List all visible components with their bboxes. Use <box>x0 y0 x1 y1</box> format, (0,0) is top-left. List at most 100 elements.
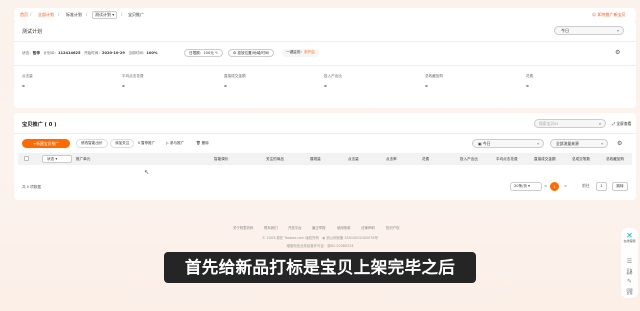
plan-date-select[interactable]: 今日 ▾ <box>554 26 624 35</box>
new-item-promotion-button[interactable]: +新建宝贝推广 <box>22 139 70 148</box>
footer-link[interactable]: 使用条款 <box>337 225 351 230</box>
side-toolbar: ✕ 在线客服 ☰ 平台 指导 ✎ 问题 反馈 <box>621 228 638 298</box>
column-header[interactable]: 关注的商品 <box>266 157 284 162</box>
breadcrumb-bar: 首页 / 全部计划 / 标准计划 / 测试计划 ▾ / 宝贝推广 ☺ 如何推广新… <box>14 8 636 22</box>
metric-label: 平均点击花费 <box>122 74 144 78</box>
search-input[interactable]: 搜索宝贝ID ⌕ <box>534 119 606 128</box>
footer-link[interactable]: 联系我们 <box>264 225 278 230</box>
divider <box>14 41 636 42</box>
goto-label: 前往 <box>582 183 590 188</box>
column-header[interactable]: 直接成交金额 <box>534 157 556 162</box>
breadcrumb-home[interactable]: 首页 <box>20 12 28 18</box>
feedback-icon: ✎ <box>626 278 633 286</box>
metric-label: 花费 <box>526 74 534 78</box>
feedback-button[interactable]: ✎ 问题 反馈 <box>621 276 638 296</box>
metric-label: 投入产出比 <box>324 74 342 78</box>
plan-info-card: 测试计划 今日 ▾ 状态：暂停 计划ID：112414625 开始时间：2020-… <box>14 21 636 108</box>
column-header[interactable]: 智能调价 <box>214 157 228 162</box>
edit-icon: ✎ <box>214 51 218 55</box>
metric-value: - <box>526 82 529 90</box>
metric-value: - <box>224 82 227 90</box>
plan-status: 暂停 <box>32 51 40 55</box>
one-click-monitor[interactable]: 一键监测：未开启 <box>282 49 319 57</box>
footer-link[interactable]: 关于阿里妈妈 <box>233 225 253 230</box>
plan-meta: 状态：暂停 计划ID：112414625 开始时间：2020-10-29 当前时… <box>22 51 158 55</box>
metric-value: - <box>425 82 428 90</box>
metric-label: 直接成交金额 <box>224 74 246 78</box>
page-1-button[interactable]: 1 <box>550 182 559 191</box>
column-header[interactable]: 花费 <box>422 157 429 162</box>
footer-copyright: © 2003-现在 Taobao.com 版权所有 ◉ 浙公网安备 330100… <box>262 236 378 240</box>
footer-link[interactable]: 法律声明 <box>361 225 375 230</box>
play-icon: ▷ <box>166 141 169 145</box>
chevron-down-icon: ▾ <box>537 141 539 146</box>
traffic-source-select[interactable]: 全部流量来源 ▾ <box>550 139 608 148</box>
column-header[interactable]: 平均点击花费 <box>496 157 518 162</box>
how-to-promote-link[interactable]: ☺ 如何推广新宝贝 <box>592 12 625 18</box>
column-header[interactable]: 投入产出比 <box>460 157 478 162</box>
prev-page-button[interactable]: < <box>544 183 547 188</box>
breadcrumb-separator: / <box>121 12 123 17</box>
breadcrumb-separator: / <box>30 12 32 17</box>
modify-smart-bid-button[interactable]: 修改智能出价 <box>76 139 108 148</box>
plan-title: 测试计划 <box>22 29 43 35</box>
daily-budget-button[interactable]: 日限额：100元 ✎ <box>184 49 223 57</box>
online-service-button[interactable]: ✕ 在线客服 <box>621 232 638 243</box>
pause-icon: Ⅱ <box>138 141 140 145</box>
goto-page-input[interactable]: 1 <box>596 182 607 191</box>
item-promotion-card: 宝贝推广 ( 0 ) 搜索宝贝ID ⌕ ⤢ 全屏查看 +新建宝贝推广 修改智能出价… <box>14 113 636 200</box>
jump-button[interactable]: 跳转 <box>612 182 628 191</box>
record-count: 共 0 项数据 <box>22 185 41 189</box>
gear-icon[interactable]: ⚙ <box>617 140 622 147</box>
join-promotion-button[interactable]: ▷ 参与推广 <box>166 141 184 146</box>
page-size-select[interactable]: 20条/页 ▾ <box>510 182 542 191</box>
plan-start-date: 2020-10-29 <box>101 51 125 55</box>
metric-label: 总收藏加购 <box>425 74 443 78</box>
footer-license: 增值电信业务经营许可证：浙B2-20080224 <box>286 244 354 248</box>
search-icon: ⌕ <box>598 121 601 126</box>
mouse-cursor-icon: ↖ <box>144 169 150 176</box>
breadcrumb-all-plans[interactable]: 全部计划 <box>38 12 54 18</box>
metric-label: 点击量 <box>22 74 33 78</box>
promo-title: 宝贝推广 ( 0 ) <box>22 122 57 128</box>
metric-value: - <box>122 82 125 90</box>
police-badge-icon: ◉ <box>322 236 326 240</box>
column-header[interactable]: 点击量 <box>348 157 359 162</box>
fullscreen-icon: ⤢ <box>612 121 616 126</box>
plan-progress: 100% <box>146 51 158 55</box>
add-follow-button[interactable]: 添加关注 <box>110 139 135 148</box>
footer-link[interactable]: 廉正举报 <box>312 225 326 230</box>
divider <box>14 65 636 66</box>
breadcrumb-plan-dropdown[interactable]: 测试计划 ▾ <box>92 11 118 19</box>
fullscreen-button[interactable]: ⤢ 全屏查看 <box>612 121 631 127</box>
gear-icon[interactable]: ⚙ <box>615 49 620 56</box>
plan-id: 112414625 <box>58 51 81 55</box>
footer-link[interactable]: 开放平台 <box>288 225 302 230</box>
settings-icon: ⚙ <box>233 51 237 55</box>
divider <box>14 133 636 134</box>
delete-button[interactable]: 🗑 删除 <box>196 141 209 146</box>
footer-link[interactable]: 知识产权 <box>386 225 400 230</box>
breadcrumb-standard-plan[interactable]: 标准计划 <box>66 12 82 18</box>
placement-settings-button[interactable]: ⚙ 投放位置/地域/时间 <box>228 49 274 57</box>
column-header[interactable]: 总收藏加购 <box>606 157 624 162</box>
next-page-button[interactable]: > <box>564 183 567 188</box>
breadcrumb-separator: / <box>86 12 88 17</box>
column-header[interactable]: 展现量 <box>310 157 321 162</box>
metric-value: - <box>324 82 327 90</box>
column-header[interactable]: 推广单元 <box>76 157 90 162</box>
table-header: 状态 ▾ 推广单元 智能调价 关注的商品 展现量 点击量 点击率 花费 投入产出… <box>18 153 632 165</box>
status-filter-select[interactable]: 状态 ▾ <box>42 155 72 163</box>
promo-date-select[interactable]: ▣ 今日 ▾ <box>472 139 544 148</box>
guide-icon: ☰ <box>626 258 633 266</box>
platform-guide-button[interactable]: ☰ 平台 指导 <box>621 256 638 276</box>
column-header[interactable]: 总成交笔数 <box>572 157 590 162</box>
select-all-checkbox[interactable] <box>24 156 29 161</box>
chevron-down-icon: ▾ <box>601 141 603 146</box>
breadcrumb-separator: / <box>58 12 60 17</box>
column-header[interactable]: 点击率 <box>386 157 397 162</box>
metric-value: - <box>22 82 25 90</box>
pause-promotion-button[interactable]: Ⅱ 暂停推广 <box>138 141 155 146</box>
chevron-down-icon: ▾ <box>616 28 619 33</box>
calendar-icon: ▣ <box>478 141 482 146</box>
